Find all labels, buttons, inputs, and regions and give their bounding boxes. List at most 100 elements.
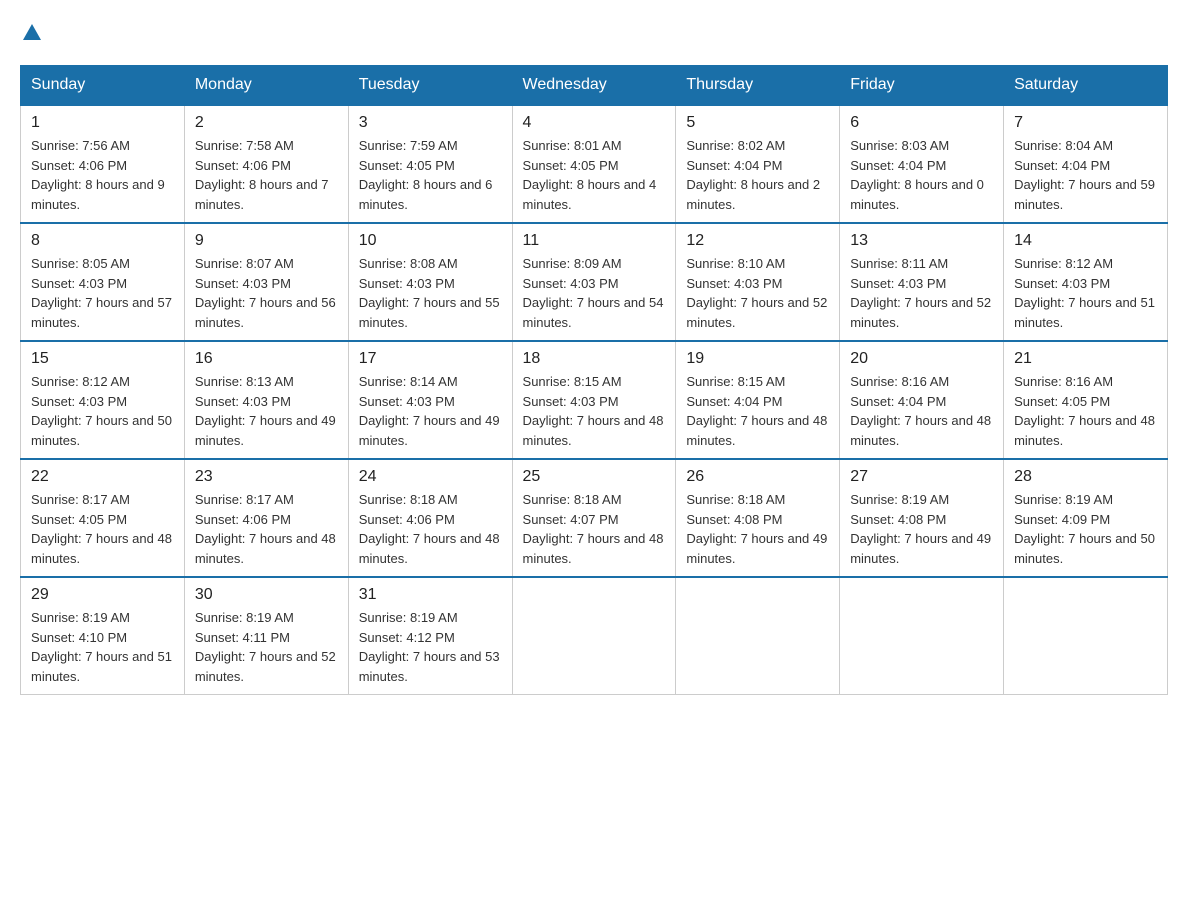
- day-number: 20: [850, 350, 993, 368]
- calendar-cell: 17 Sunrise: 8:14 AM Sunset: 4:03 PM Dayl…: [348, 341, 512, 459]
- day-number: 1: [31, 114, 174, 132]
- day-number: 30: [195, 586, 338, 604]
- day-info: Sunrise: 8:05 AM Sunset: 4:03 PM Dayligh…: [31, 254, 174, 332]
- logo-flag-icon: [21, 20, 43, 51]
- calendar-cell: 18 Sunrise: 8:15 AM Sunset: 4:03 PM Dayl…: [512, 341, 676, 459]
- calendar-cell: 11 Sunrise: 8:09 AM Sunset: 4:03 PM Dayl…: [512, 223, 676, 341]
- day-info: Sunrise: 8:18 AM Sunset: 4:07 PM Dayligh…: [523, 490, 666, 568]
- day-number: 31: [359, 586, 502, 604]
- calendar-cell: [676, 577, 840, 695]
- logo-text: [20, 20, 44, 51]
- day-number: 26: [686, 468, 829, 486]
- day-number: 4: [523, 114, 666, 132]
- day-number: 14: [1014, 232, 1157, 250]
- calendar-cell: 28 Sunrise: 8:19 AM Sunset: 4:09 PM Dayl…: [1004, 459, 1168, 577]
- day-number: 25: [523, 468, 666, 486]
- calendar-cell: 27 Sunrise: 8:19 AM Sunset: 4:08 PM Dayl…: [840, 459, 1004, 577]
- day-info: Sunrise: 8:04 AM Sunset: 4:04 PM Dayligh…: [1014, 136, 1157, 214]
- day-number: 28: [1014, 468, 1157, 486]
- day-info: Sunrise: 7:56 AM Sunset: 4:06 PM Dayligh…: [31, 136, 174, 214]
- calendar-cell: 20 Sunrise: 8:16 AM Sunset: 4:04 PM Dayl…: [840, 341, 1004, 459]
- day-info: Sunrise: 7:58 AM Sunset: 4:06 PM Dayligh…: [195, 136, 338, 214]
- day-info: Sunrise: 8:19 AM Sunset: 4:12 PM Dayligh…: [359, 608, 502, 686]
- day-number: 15: [31, 350, 174, 368]
- calendar-cell: 26 Sunrise: 8:18 AM Sunset: 4:08 PM Dayl…: [676, 459, 840, 577]
- day-number: 19: [686, 350, 829, 368]
- day-info: Sunrise: 8:19 AM Sunset: 4:10 PM Dayligh…: [31, 608, 174, 686]
- calendar-cell: 2 Sunrise: 7:58 AM Sunset: 4:06 PM Dayli…: [184, 105, 348, 223]
- day-number: 5: [686, 114, 829, 132]
- day-number: 18: [523, 350, 666, 368]
- calendar-cell: 4 Sunrise: 8:01 AM Sunset: 4:05 PM Dayli…: [512, 105, 676, 223]
- calendar-header-saturday: Saturday: [1004, 66, 1168, 106]
- calendar-header-tuesday: Tuesday: [348, 66, 512, 106]
- day-number: 7: [1014, 114, 1157, 132]
- day-number: 6: [850, 114, 993, 132]
- calendar-cell: 25 Sunrise: 8:18 AM Sunset: 4:07 PM Dayl…: [512, 459, 676, 577]
- calendar-cell: 1 Sunrise: 7:56 AM Sunset: 4:06 PM Dayli…: [21, 105, 185, 223]
- day-number: 23: [195, 468, 338, 486]
- calendar-header-sunday: Sunday: [21, 66, 185, 106]
- day-number: 2: [195, 114, 338, 132]
- day-number: 11: [523, 232, 666, 250]
- day-info: Sunrise: 8:01 AM Sunset: 4:05 PM Dayligh…: [523, 136, 666, 214]
- calendar-week-4: 22 Sunrise: 8:17 AM Sunset: 4:05 PM Dayl…: [21, 459, 1168, 577]
- day-number: 10: [359, 232, 502, 250]
- day-number: 21: [1014, 350, 1157, 368]
- calendar-cell: 5 Sunrise: 8:02 AM Sunset: 4:04 PM Dayli…: [676, 105, 840, 223]
- day-info: Sunrise: 8:16 AM Sunset: 4:04 PM Dayligh…: [850, 372, 993, 450]
- day-number: 13: [850, 232, 993, 250]
- day-info: Sunrise: 8:10 AM Sunset: 4:03 PM Dayligh…: [686, 254, 829, 332]
- calendar-header-friday: Friday: [840, 66, 1004, 106]
- day-info: Sunrise: 7:59 AM Sunset: 4:05 PM Dayligh…: [359, 136, 502, 214]
- calendar-cell: 24 Sunrise: 8:18 AM Sunset: 4:06 PM Dayl…: [348, 459, 512, 577]
- day-number: 27: [850, 468, 993, 486]
- calendar-header-monday: Monday: [184, 66, 348, 106]
- day-info: Sunrise: 8:18 AM Sunset: 4:08 PM Dayligh…: [686, 490, 829, 568]
- day-number: 29: [31, 586, 174, 604]
- day-number: 3: [359, 114, 502, 132]
- day-number: 9: [195, 232, 338, 250]
- logo: [20, 20, 44, 45]
- day-number: 24: [359, 468, 502, 486]
- calendar-cell: 14 Sunrise: 8:12 AM Sunset: 4:03 PM Dayl…: [1004, 223, 1168, 341]
- day-number: 16: [195, 350, 338, 368]
- calendar-header-thursday: Thursday: [676, 66, 840, 106]
- calendar-cell: 22 Sunrise: 8:17 AM Sunset: 4:05 PM Dayl…: [21, 459, 185, 577]
- day-info: Sunrise: 8:19 AM Sunset: 4:08 PM Dayligh…: [850, 490, 993, 568]
- calendar-week-1: 1 Sunrise: 7:56 AM Sunset: 4:06 PM Dayli…: [21, 105, 1168, 223]
- page-header: [20, 20, 1168, 45]
- calendar-cell: 3 Sunrise: 7:59 AM Sunset: 4:05 PM Dayli…: [348, 105, 512, 223]
- day-info: Sunrise: 8:16 AM Sunset: 4:05 PM Dayligh…: [1014, 372, 1157, 450]
- day-info: Sunrise: 8:14 AM Sunset: 4:03 PM Dayligh…: [359, 372, 502, 450]
- calendar-week-5: 29 Sunrise: 8:19 AM Sunset: 4:10 PM Dayl…: [21, 577, 1168, 695]
- calendar-cell: 7 Sunrise: 8:04 AM Sunset: 4:04 PM Dayli…: [1004, 105, 1168, 223]
- day-info: Sunrise: 8:15 AM Sunset: 4:03 PM Dayligh…: [523, 372, 666, 450]
- day-info: Sunrise: 8:17 AM Sunset: 4:05 PM Dayligh…: [31, 490, 174, 568]
- calendar-table: SundayMondayTuesdayWednesdayThursdayFrid…: [20, 65, 1168, 695]
- day-number: 22: [31, 468, 174, 486]
- calendar-header-wednesday: Wednesday: [512, 66, 676, 106]
- day-info: Sunrise: 8:15 AM Sunset: 4:04 PM Dayligh…: [686, 372, 829, 450]
- calendar-cell: 23 Sunrise: 8:17 AM Sunset: 4:06 PM Dayl…: [184, 459, 348, 577]
- day-info: Sunrise: 8:02 AM Sunset: 4:04 PM Dayligh…: [686, 136, 829, 214]
- day-number: 8: [31, 232, 174, 250]
- calendar-cell: 29 Sunrise: 8:19 AM Sunset: 4:10 PM Dayl…: [21, 577, 185, 695]
- calendar-cell: 21 Sunrise: 8:16 AM Sunset: 4:05 PM Dayl…: [1004, 341, 1168, 459]
- day-info: Sunrise: 8:09 AM Sunset: 4:03 PM Dayligh…: [523, 254, 666, 332]
- day-info: Sunrise: 8:19 AM Sunset: 4:11 PM Dayligh…: [195, 608, 338, 686]
- day-info: Sunrise: 8:13 AM Sunset: 4:03 PM Dayligh…: [195, 372, 338, 450]
- calendar-cell: 10 Sunrise: 8:08 AM Sunset: 4:03 PM Dayl…: [348, 223, 512, 341]
- day-number: 17: [359, 350, 502, 368]
- calendar-cell: 15 Sunrise: 8:12 AM Sunset: 4:03 PM Dayl…: [21, 341, 185, 459]
- calendar-cell: 12 Sunrise: 8:10 AM Sunset: 4:03 PM Dayl…: [676, 223, 840, 341]
- day-info: Sunrise: 8:07 AM Sunset: 4:03 PM Dayligh…: [195, 254, 338, 332]
- calendar-cell: 19 Sunrise: 8:15 AM Sunset: 4:04 PM Dayl…: [676, 341, 840, 459]
- calendar-cell: 13 Sunrise: 8:11 AM Sunset: 4:03 PM Dayl…: [840, 223, 1004, 341]
- calendar-cell: 8 Sunrise: 8:05 AM Sunset: 4:03 PM Dayli…: [21, 223, 185, 341]
- calendar-cell: [840, 577, 1004, 695]
- calendar-cell: [512, 577, 676, 695]
- calendar-cell: 30 Sunrise: 8:19 AM Sunset: 4:11 PM Dayl…: [184, 577, 348, 695]
- calendar-cell: 16 Sunrise: 8:13 AM Sunset: 4:03 PM Dayl…: [184, 341, 348, 459]
- day-info: Sunrise: 8:11 AM Sunset: 4:03 PM Dayligh…: [850, 254, 993, 332]
